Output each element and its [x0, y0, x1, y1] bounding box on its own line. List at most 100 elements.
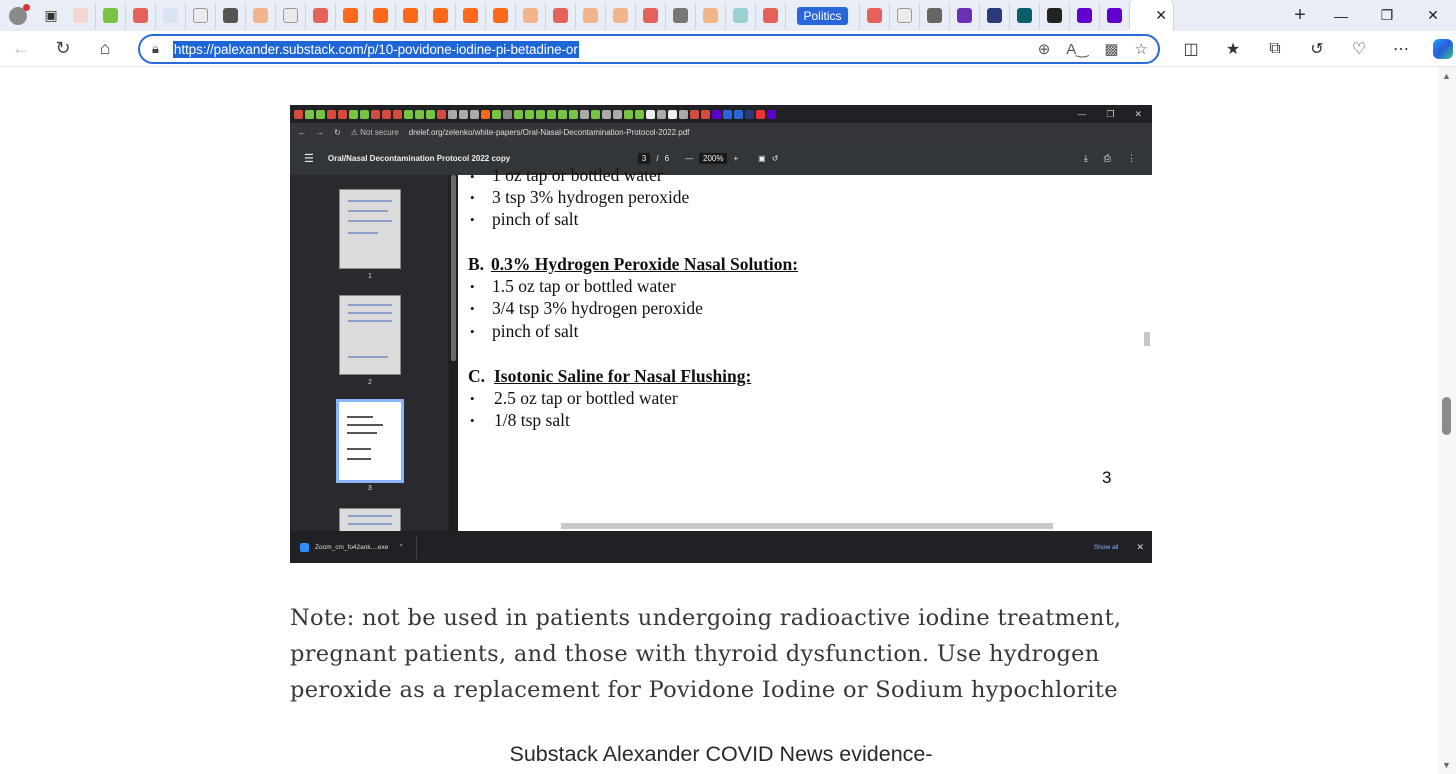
browser-essentials-icon[interactable]: ♡	[1338, 39, 1380, 59]
immersive-reader-icon[interactable]: ▩	[1104, 40, 1118, 58]
tab[interactable]	[1010, 2, 1040, 29]
favicon-icon	[373, 8, 388, 23]
tab[interactable]	[726, 2, 756, 29]
url-text[interactable]: https://palexander.substack.com/p/10-pov…	[172, 40, 579, 58]
pdf-heading-letter: C.	[468, 366, 486, 386]
favicon-icon	[553, 8, 568, 23]
tab[interactable]	[950, 2, 980, 29]
tab[interactable]	[456, 2, 486, 29]
show-all-link: Show all	[1093, 543, 1119, 551]
restore-icon[interactable]: ❐	[1364, 0, 1410, 31]
pdf-line: 2.5 oz tap or bottled water	[494, 388, 678, 408]
tab[interactable]	[1100, 2, 1130, 29]
pdf-line: 1/8 tsp salt	[494, 410, 570, 430]
favicon-icon	[897, 8, 912, 23]
favicon-icon	[643, 8, 658, 23]
favicon-icon	[1047, 8, 1062, 23]
collections-icon[interactable]: ⧉	[1254, 40, 1296, 58]
tab[interactable]	[606, 2, 636, 29]
tab[interactable]	[980, 2, 1010, 29]
active-tab[interactable]: ✕	[1130, 0, 1174, 31]
tab[interactable]	[246, 2, 276, 29]
favicon-icon	[193, 8, 208, 23]
favicon-icon	[927, 8, 942, 23]
pdf-heading: 0.3% Hydrogen Peroxide Nasal Solution:	[491, 254, 799, 274]
tab[interactable]	[366, 2, 396, 29]
pdf-heading-letter: B.	[468, 254, 485, 274]
favorite-star-icon[interactable]: ☆	[1135, 40, 1148, 58]
tab[interactable]	[96, 2, 126, 29]
download-filename: Zoom_cm_fo42ank....exe	[315, 543, 389, 551]
favorites-icon[interactable]: ★	[1212, 39, 1254, 59]
favicon-icon	[673, 8, 688, 23]
reload-icon[interactable]: ↻	[42, 31, 84, 67]
favicon-icon	[703, 8, 718, 23]
tab[interactable]	[756, 2, 786, 29]
minimize-icon[interactable]: —	[1318, 0, 1364, 31]
thumbnail-label: 1	[368, 273, 372, 280]
read-aloud-icon[interactable]: A‿	[1066, 40, 1088, 58]
tab[interactable]	[276, 2, 306, 29]
pdf-zoom-level: 200%	[699, 153, 728, 164]
back-icon[interactable]: ←	[0, 31, 42, 67]
zoom-in-icon: +	[733, 154, 739, 163]
scroll-up-icon[interactable]: ▲	[1442, 71, 1451, 81]
favicon-icon	[73, 8, 88, 23]
copilot-icon[interactable]	[1422, 39, 1456, 59]
thumbnail-label: 3	[368, 485, 372, 492]
new-tab-button[interactable]: +	[1282, 0, 1318, 31]
page-scrollbar[interactable]: ▲ ▼	[1438, 67, 1456, 774]
fit-page-icon: ▣	[758, 154, 766, 163]
tab[interactable]	[546, 2, 576, 29]
tab[interactable]	[66, 2, 96, 29]
tab[interactable]	[426, 2, 456, 29]
pdf-horizontal-scrollbar	[458, 521, 1142, 531]
favicon-icon	[343, 8, 358, 23]
profile-button[interactable]	[0, 0, 36, 31]
tab[interactable]	[1070, 2, 1100, 29]
browser-toolbar: ← ↻ ⌂ 🔒︎ https://palexander.substack.com…	[0, 31, 1456, 67]
tab[interactable]	[186, 2, 216, 29]
pdf-thumbnail-current	[336, 399, 404, 483]
pdf-line: 3/4 tsp 3% hydrogen peroxide	[492, 298, 703, 318]
close-tab-icon[interactable]: ✕	[1155, 7, 1167, 24]
history-icon[interactable]: ↺	[1296, 39, 1338, 59]
tab-group-politics[interactable]: Politics	[786, 2, 860, 29]
address-bar[interactable]: 🔒︎ https://palexander.substack.com/p/10-…	[138, 34, 1160, 64]
screenshot-minimize-icon: —	[1077, 108, 1087, 119]
favicon-icon	[583, 8, 598, 23]
home-icon[interactable]: ⌂	[84, 31, 126, 67]
pdf-line: 3 tsp 3% hydrogen peroxide	[492, 187, 690, 207]
split-screen-icon[interactable]: ◫	[1170, 39, 1212, 59]
favicon-icon	[133, 8, 148, 23]
zoom-icon[interactable]: ⊕	[1038, 40, 1051, 58]
tab[interactable]	[576, 2, 606, 29]
close-window-icon[interactable]: ✕	[1410, 0, 1456, 31]
zoom-app-icon	[300, 542, 309, 552]
tab[interactable]	[486, 2, 516, 29]
pdf-line: pinch of salt	[492, 209, 579, 229]
tab[interactable]	[336, 2, 366, 29]
tab[interactable]	[126, 2, 156, 29]
screenshot-close-icon: ✕	[1134, 108, 1142, 119]
tab[interactable]	[920, 2, 950, 29]
tab[interactable]	[890, 2, 920, 29]
scrollbar-thumb[interactable]	[1442, 397, 1451, 435]
tab[interactable]	[516, 2, 546, 29]
tab[interactable]	[396, 2, 426, 29]
tab[interactable]	[306, 2, 336, 29]
embedded-screenshot: — ❐ ✕ ← → ↻ ⚠ Not secure drelef.org/zelenk…	[290, 105, 1152, 563]
tab-actions-icon[interactable]: ▣	[36, 0, 66, 31]
tab[interactable]	[696, 2, 726, 29]
tab[interactable]	[156, 2, 186, 29]
tab[interactable]	[216, 2, 246, 29]
scroll-down-icon[interactable]: ▼	[1442, 760, 1451, 770]
tab[interactable]	[860, 2, 890, 29]
favicon-icon	[403, 8, 418, 23]
tab[interactable]	[666, 2, 696, 29]
favicon-icon	[103, 8, 118, 23]
lock-icon[interactable]: 🔒︎	[152, 41, 159, 57]
tab[interactable]	[636, 2, 666, 29]
tab[interactable]	[1040, 2, 1070, 29]
more-options-icon[interactable]: ⋯	[1380, 39, 1422, 59]
